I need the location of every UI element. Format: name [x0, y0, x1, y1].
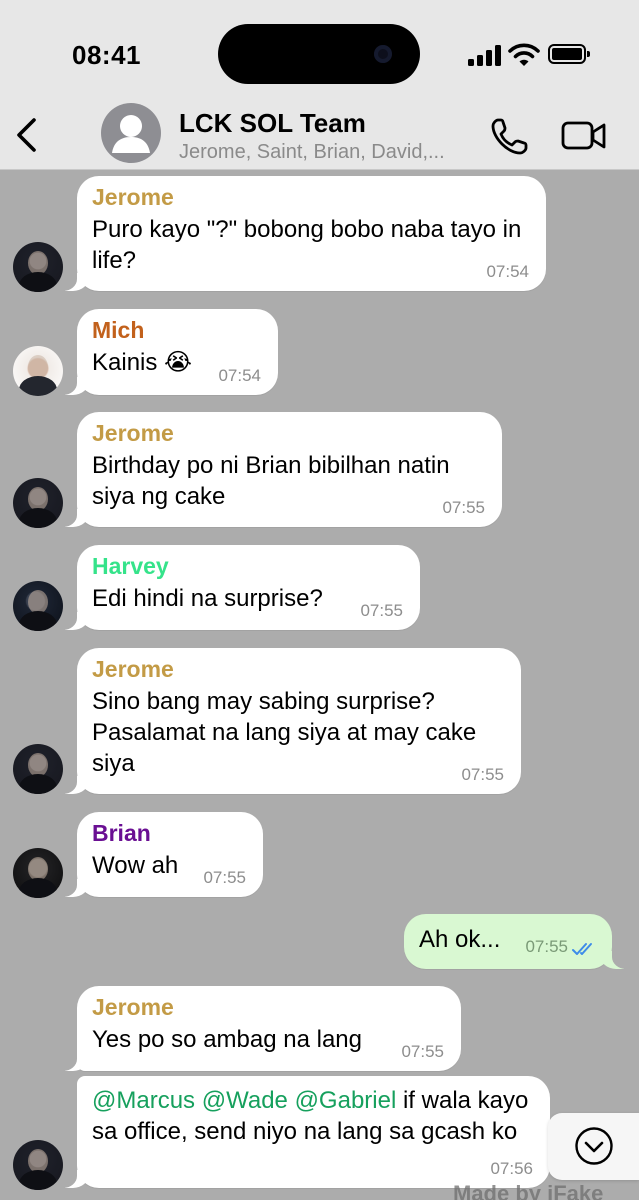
- message-bubble[interactable]: Mich Kainis 😭 07:54: [51, 309, 278, 395]
- avatar-harvey[interactable]: [13, 581, 63, 631]
- person-icon: [112, 115, 150, 153]
- message-bubble[interactable]: Jerome Birthday po ni Brian bibilhan nat…: [51, 412, 502, 527]
- message-sender: Mich: [92, 317, 145, 343]
- message-sender: Jerome: [92, 184, 174, 210]
- message-text: Yes po so ambag na lang: [92, 1026, 362, 1053]
- chat-header: 08:41 LCK SOL Team Jerome, Saint, Brian,…: [0, 0, 639, 170]
- message-time: 07:55: [203, 868, 246, 887]
- message-sender: Brian: [92, 820, 151, 846]
- front-camera-icon: [374, 45, 392, 63]
- phone-call-icon[interactable]: [490, 116, 530, 156]
- message-time: 07:56: [490, 1159, 533, 1178]
- wifi-icon: [508, 43, 540, 66]
- message-sender: Jerome: [92, 420, 174, 446]
- message-time: 07:55: [401, 1042, 444, 1061]
- mention-link[interactable]: @Wade: [202, 1087, 288, 1114]
- avatar-jerome[interactable]: [13, 242, 63, 292]
- scroll-to-bottom-button[interactable]: [548, 1113, 639, 1180]
- watermark: Made by iFake: [453, 1181, 604, 1200]
- message-bubble[interactable]: Jerome Yes po so ambag na lang 07:55: [51, 986, 461, 1071]
- avatar-jerome[interactable]: [13, 478, 63, 528]
- video-call-icon[interactable]: [560, 116, 608, 156]
- message-text: Edi hindi na surprise?: [92, 585, 323, 612]
- message-bubble[interactable]: Jerome Puro kayo "?" bobong bobo naba ta…: [51, 176, 546, 291]
- back-arrow-icon[interactable]: [10, 112, 44, 158]
- message-bubble[interactable]: Harvey Edi hindi na surprise? 07:55: [51, 545, 420, 630]
- group-avatar[interactable]: [101, 103, 161, 163]
- message-time: 07:55: [442, 498, 485, 517]
- battery-icon: [548, 44, 590, 64]
- chat-members[interactable]: Jerome, Saint, Brian, David,...: [179, 141, 479, 164]
- message-sender: Harvey: [92, 553, 169, 579]
- message-time: 07:55: [461, 765, 504, 784]
- read-receipt-icon: [572, 943, 592, 955]
- message-text: Sino bang may sabing surprise? Pasalamat…: [92, 688, 477, 777]
- message-time: 07:54: [218, 366, 261, 385]
- message-time: 07:55: [360, 601, 403, 620]
- cellular-signal-icon: [468, 44, 502, 66]
- avatar-brian[interactable]: [13, 848, 63, 898]
- message-bubble[interactable]: Brian Wow ah 07:55: [51, 812, 263, 897]
- avatar-mich[interactable]: [13, 346, 63, 396]
- mention-link[interactable]: @Marcus: [92, 1087, 195, 1114]
- message-text: Puro kayo "?" bobong bobo naba tayo in l…: [92, 216, 522, 274]
- mention-link[interactable]: @Gabriel: [295, 1087, 397, 1114]
- message-bubble[interactable]: @Marcus @Wade @Gabriel if wala kayo sa o…: [51, 1076, 550, 1188]
- status-bar-time: 08:41: [72, 40, 141, 70]
- message-time: 07:55: [525, 937, 568, 956]
- message-text: @Marcus @Wade @Gabriel if wala kayo sa o…: [92, 1085, 534, 1147]
- dynamic-island: [218, 24, 420, 84]
- message-bubble[interactable]: Jerome Sino bang may sabing surprise? Pa…: [51, 648, 521, 794]
- message-sender: Jerome: [92, 994, 174, 1020]
- message-text: Birthday po ni Brian bibilhan natin siya…: [92, 452, 450, 510]
- avatar-jerome[interactable]: [13, 1140, 63, 1190]
- message-sender: Jerome: [92, 656, 174, 682]
- chat-title[interactable]: LCK SOL Team: [179, 108, 366, 139]
- chevron-down-icon: [575, 1127, 613, 1165]
- message-time: 07:54: [486, 262, 529, 281]
- message-text: Ah ok...: [419, 926, 501, 953]
- outgoing-message-bubble[interactable]: Ah ok... 07:55: [404, 914, 638, 969]
- status-icons: [468, 40, 593, 70]
- avatar-jerome[interactable]: [13, 744, 63, 794]
